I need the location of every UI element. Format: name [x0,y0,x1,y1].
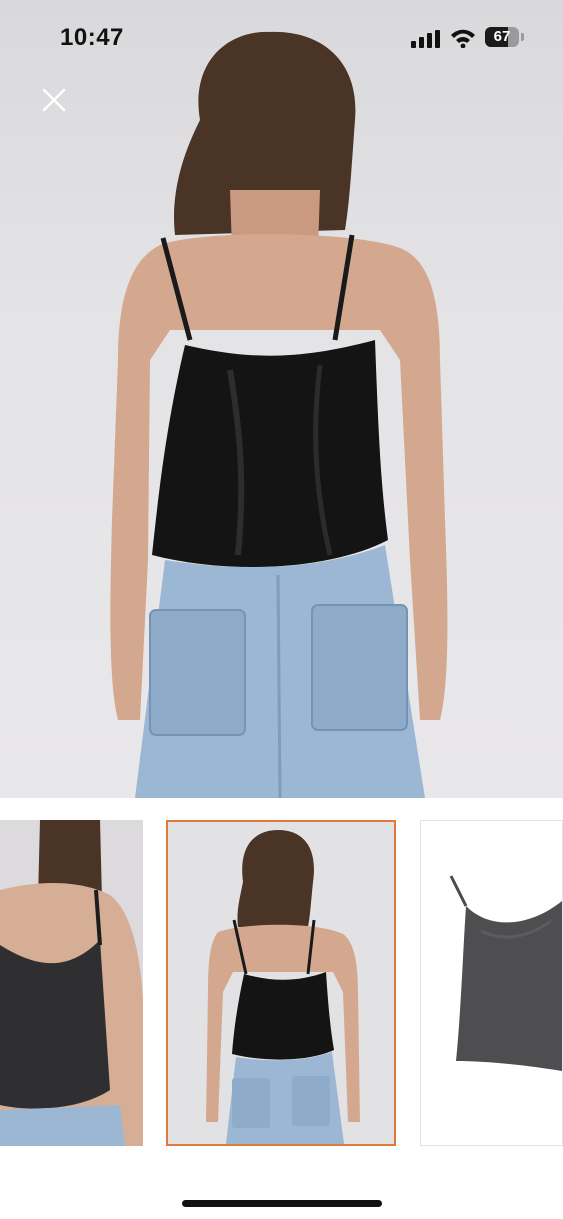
status-bar: 10:47 67 [0,0,563,70]
battery-icon: 67 [485,27,525,47]
home-indicator[interactable] [182,1200,382,1207]
thumbnail-product-flat-view[interactable] [420,820,563,1146]
main-product-image[interactable]: 10:47 67 [0,0,563,798]
battery-percentage: 67 [493,28,511,45]
status-time: 10:47 [60,24,124,51]
thumbnail-back-view[interactable] [166,820,396,1146]
main-image-graphic [110,31,448,798]
thumbnail-front-graphic [0,820,143,1146]
cellular-signal-icon [411,30,441,53]
thumbnail-back-graphic [168,822,394,1144]
thumbnail-front-view[interactable] [0,820,143,1146]
thumbnail-flat-graphic [421,821,562,1145]
wifi-icon [450,28,476,53]
thumbnail-strip [0,820,563,1148]
close-icon[interactable] [38,84,70,116]
